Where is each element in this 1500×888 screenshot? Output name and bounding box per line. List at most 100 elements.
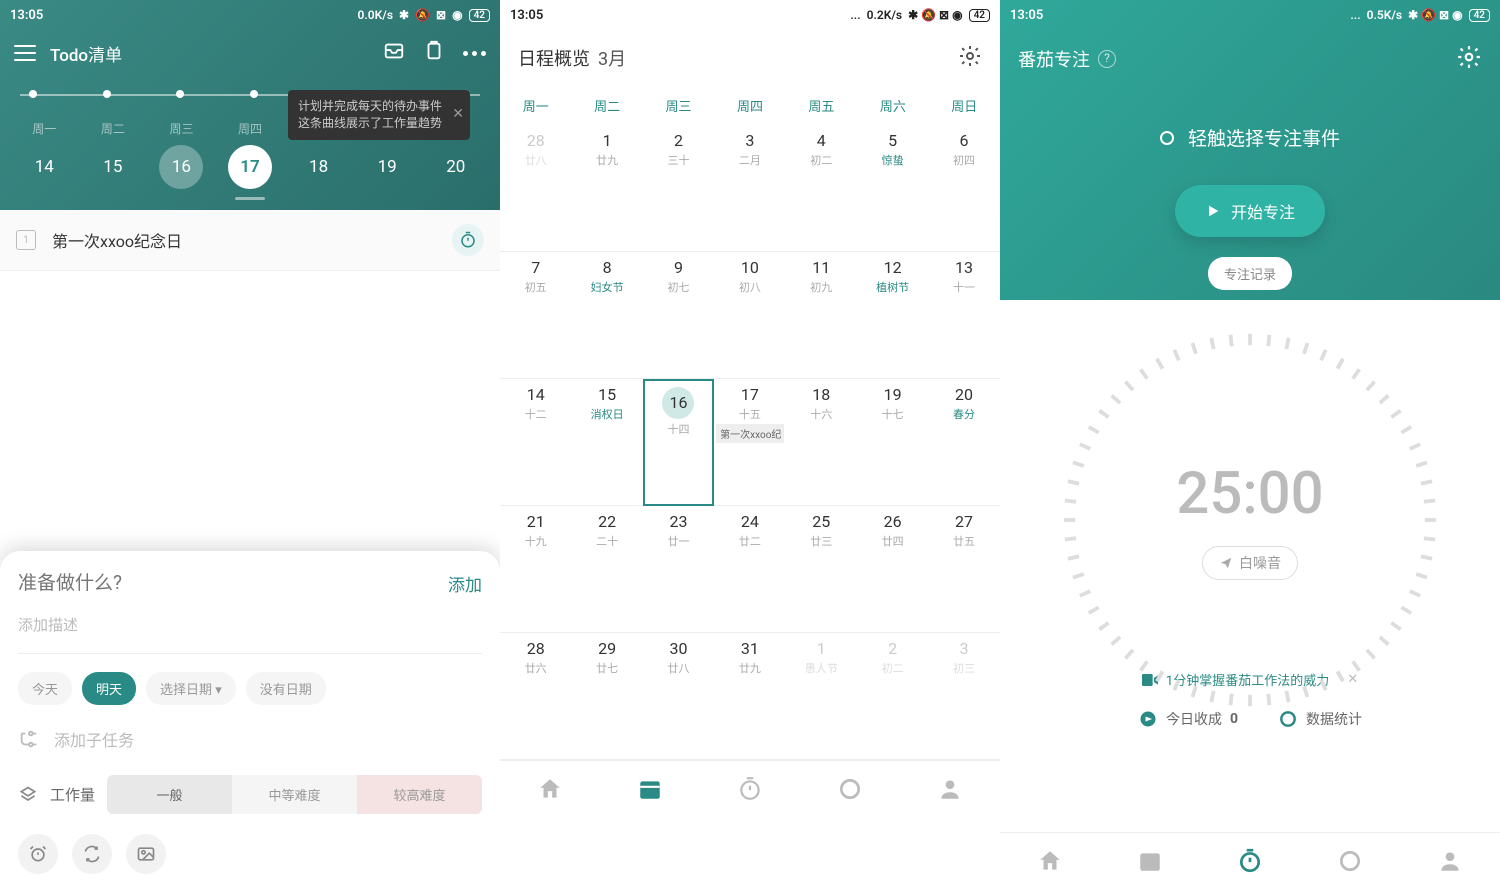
drag-handle[interactable] — [235, 197, 265, 200]
nav-home[interactable] — [1000, 848, 1100, 874]
close-icon: ⊠ — [436, 8, 446, 22]
calendar-day-7[interactable]: 7初五 — [500, 252, 571, 379]
day-15[interactable]: 15 — [79, 145, 148, 189]
calendar-day-16[interactable]: 16十四 — [643, 379, 714, 506]
day-17[interactable]: 17 — [216, 145, 285, 189]
status-bar: 13:05 ...0.5K/s ✱ 🔕 ⊠ ◉ 42 — [1000, 0, 1500, 30]
data-stats[interactable]: 数据统计 — [1278, 709, 1362, 729]
calendar-day-5[interactable]: 5惊蛰 — [857, 125, 928, 252]
image-icon[interactable] — [126, 834, 166, 874]
day-19[interactable]: 19 — [353, 145, 422, 189]
calendar-day-17[interactable]: 17十五第一次xxoo纪 — [714, 379, 785, 506]
calendar-day-1[interactable]: 1愚人节 — [786, 633, 857, 760]
calendar-day-2[interactable]: 2初二 — [857, 633, 928, 760]
calendar-day-23[interactable]: 23廿一 — [643, 506, 714, 633]
focus-record-chip[interactable]: 专注记录 — [1208, 257, 1292, 290]
weekday-header: 周一周二周三周四周五周六周日 — [500, 86, 1000, 125]
today-harvest[interactable]: 今日收成 0 — [1138, 709, 1238, 729]
nav-calendar[interactable] — [1100, 848, 1200, 874]
day-14[interactable]: 14 — [10, 145, 79, 189]
nav-progress[interactable] — [1300, 848, 1400, 874]
nav-profile[interactable] — [1400, 848, 1500, 874]
calendar-day-14[interactable]: 14十二 — [500, 379, 571, 506]
nav-timer[interactable] — [1200, 848, 1300, 874]
calendar-day-20[interactable]: 20春分 — [928, 379, 999, 506]
calendar-day-28[interactable]: 28廿六 — [500, 633, 571, 760]
calendar-day-9[interactable]: 9初七 — [643, 252, 714, 379]
calendar-day-30[interactable]: 30廿八 — [643, 633, 714, 760]
task-checkbox[interactable]: 1 — [16, 230, 36, 250]
calendar-header: 日程概览 3月 — [500, 30, 1000, 86]
focus-topbar: 番茄专注 ? — [1000, 30, 1500, 88]
calendar-day-11[interactable]: 11初九 — [786, 252, 857, 379]
seg-normal[interactable]: 一般 — [107, 775, 232, 814]
day-18[interactable]: 18 — [284, 145, 353, 189]
chip-today[interactable]: 今天 — [18, 672, 72, 705]
clipboard-icon[interactable] — [423, 40, 445, 66]
mute-icon: 🔕 — [415, 8, 430, 22]
calendar-day-3[interactable]: 3二月 — [714, 125, 785, 252]
calendar-day-21[interactable]: 21十九 — [500, 506, 571, 633]
gear-icon[interactable] — [1456, 44, 1482, 74]
repeat-icon[interactable] — [72, 834, 112, 874]
calendar-day-24[interactable]: 24廿二 — [714, 506, 785, 633]
calendar-day-15[interactable]: 15消权日 — [571, 379, 642, 506]
calendar-day-19[interactable]: 19十七 — [857, 379, 928, 506]
nav-profile[interactable] — [900, 776, 1000, 802]
nav-calendar[interactable] — [600, 776, 700, 802]
calendar-day-4[interactable]: 4初二 — [786, 125, 857, 252]
nav-progress[interactable] — [800, 776, 900, 802]
status-time: 13:05 — [10, 8, 43, 23]
select-event-row[interactable]: 轻触选择专注事件 — [1000, 124, 1500, 151]
difficulty-segment: 一般 中等难度 较高难度 — [107, 775, 482, 814]
calendar-day-3[interactable]: 3初三 — [928, 633, 999, 760]
timer-icon[interactable] — [452, 224, 484, 256]
start-focus-button[interactable]: 开始专注 — [1175, 185, 1325, 237]
seg-mid[interactable]: 中等难度 — [232, 775, 357, 814]
seg-hard[interactable]: 较高难度 — [357, 775, 482, 814]
calendar-day-27[interactable]: 27廿五 — [928, 506, 999, 633]
workload-row: 工作量 一般 中等难度 较高难度 — [18, 775, 482, 814]
calendar-day-8[interactable]: 8妇女节 — [571, 252, 642, 379]
sheet-action-icons — [18, 834, 482, 874]
calendar-day-22[interactable]: 22二十 — [571, 506, 642, 633]
chip-no-date[interactable]: 没有日期 — [246, 672, 326, 705]
month-label[interactable]: 3月 — [598, 45, 626, 71]
menu-icon[interactable] — [14, 45, 36, 61]
inbox-icon[interactable] — [383, 40, 405, 66]
calendar-day-18[interactable]: 18十六 — [786, 379, 857, 506]
subtask-row[interactable]: 添加子任务 — [18, 727, 482, 751]
add-button[interactable]: 添加 — [448, 571, 482, 596]
calendar-day-2[interactable]: 2三十 — [643, 125, 714, 252]
task-title: 第一次xxoo纪念日 — [52, 228, 452, 252]
gear-icon[interactable] — [958, 44, 982, 72]
calendar-day-12[interactable]: 12植树节 — [857, 252, 928, 379]
chip-tomorrow[interactable]: 明天 — [82, 672, 136, 705]
calendar-day-10[interactable]: 10初八 — [714, 252, 785, 379]
calendar-day-25[interactable]: 25廿三 — [786, 506, 857, 633]
focus-title: 番茄专注 — [1018, 46, 1090, 72]
nav-timer[interactable] — [700, 776, 800, 802]
task-input[interactable] — [18, 571, 343, 594]
day-16[interactable]: 16 — [147, 145, 216, 189]
calendar-day-28[interactable]: 28廿八 — [500, 125, 571, 252]
help-icon[interactable]: ? — [1098, 50, 1116, 68]
more-icon[interactable] — [463, 40, 486, 66]
calendar-day-26[interactable]: 26廿四 — [857, 506, 928, 633]
calendar-day-6[interactable]: 6初四 — [928, 125, 999, 252]
play-icon — [1205, 203, 1221, 219]
desc-input[interactable]: 添加描述 — [18, 614, 482, 635]
close-icon[interactable]: ✕ — [452, 105, 464, 125]
calendar-day-1[interactable]: 1廿九 — [571, 125, 642, 252]
calendar-day-13[interactable]: 13十一 — [928, 252, 999, 379]
bluetooth-icon: ✱ — [399, 8, 409, 22]
calendar-day-29[interactable]: 29廿七 — [571, 633, 642, 760]
task-item[interactable]: 1 第一次xxoo纪念日 — [0, 210, 500, 271]
calendar-day-31[interactable]: 31廿九 — [714, 633, 785, 760]
date-chips: 今天 明天 选择日期 ▾ 没有日期 — [18, 672, 482, 705]
chart-tooltip: 计划并完成每天的待办事件 这条曲线展示了工作量趋势 ✕ — [288, 90, 470, 140]
alarm-icon[interactable] — [18, 834, 58, 874]
chip-pick-date[interactable]: 选择日期 ▾ — [146, 672, 236, 705]
nav-home[interactable] — [500, 776, 600, 802]
day-20[interactable]: 20 — [421, 145, 490, 189]
